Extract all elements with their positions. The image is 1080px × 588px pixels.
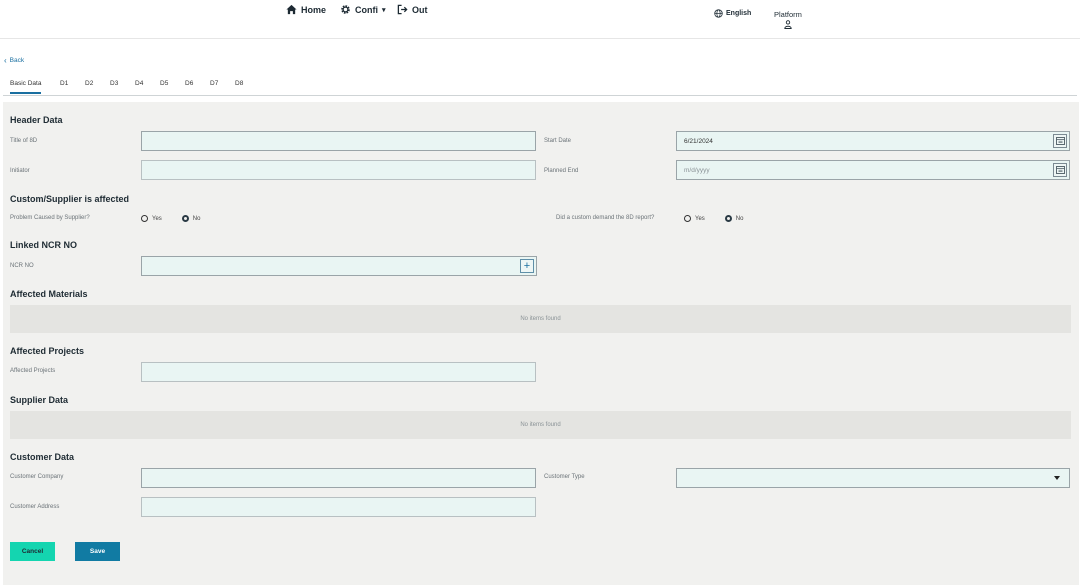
initiator-input[interactable] — [141, 160, 536, 180]
supplier-affected-heading: Custom/Supplier is affected — [10, 194, 130, 204]
globe-icon — [714, 9, 723, 18]
customer-type-label: Customer Type — [544, 474, 585, 480]
cancel-button[interactable]: Cancel — [10, 542, 55, 561]
tab-d8[interactable]: D8 — [235, 80, 243, 87]
platform-label: Platform — [774, 10, 802, 19]
language-label: English — [726, 10, 752, 17]
header-data-heading: Header Data — [10, 115, 63, 125]
basic-data-form: Header Data Title of 8D Start Date 6/21/… — [3, 102, 1079, 585]
custom-demand-yes-label: Yes — [695, 215, 705, 222]
problem-yes-radio[interactable] — [141, 215, 148, 222]
customer-data-heading: Customer Data — [10, 452, 75, 462]
nav-logout-link[interactable]: Out — [397, 4, 428, 15]
custom-demand-radio-group: Yes No — [684, 215, 743, 222]
language-selector[interactable]: English — [714, 9, 751, 18]
nav-home-link[interactable]: Home — [286, 4, 326, 15]
nav-config-label: Confi — [355, 4, 378, 15]
customer-company-label: Customer Company — [10, 474, 64, 480]
start-date-input[interactable]: 6/21/2024 — [676, 131, 1070, 151]
initiator-label: Initiator — [10, 168, 30, 174]
customer-address-label: Customer Address — [10, 504, 60, 510]
tab-d5[interactable]: D5 — [160, 80, 168, 87]
tab-d6[interactable]: D6 — [185, 80, 193, 87]
user-icon — [784, 20, 792, 29]
customer-type-select[interactable] — [676, 468, 1070, 488]
start-date-label: Start Date — [544, 138, 572, 144]
custom-demand-label: Did a custom demand the 8D report? — [556, 215, 655, 221]
problem-caused-by-supplier-label: Problem Caused by Supplier? — [10, 215, 90, 221]
tab-d2[interactable]: D2 — [85, 80, 93, 87]
tab-d4[interactable]: D4 — [135, 80, 143, 87]
home-icon — [286, 4, 297, 15]
back-link[interactable]: ‹ Back — [4, 56, 24, 65]
ncr-no-input[interactable]: + — [141, 256, 537, 276]
chevron-down-icon: ▾ — [382, 6, 386, 14]
add-ncr-plus-icon[interactable]: + — [520, 259, 534, 273]
tab-d1[interactable]: D1 — [60, 80, 68, 87]
supplier-data-empty-text: No items found — [520, 422, 561, 428]
planned-end-placeholder: m/d/yyyy — [684, 166, 710, 174]
custom-demand-yes-radio[interactable] — [684, 215, 691, 222]
dropdown-arrow-icon — [1054, 476, 1060, 480]
affected-materials-heading: Affected Materials — [10, 289, 88, 299]
problem-caused-radio-group: Yes No — [141, 215, 200, 222]
customer-company-input[interactable] — [141, 468, 536, 488]
planned-end-input[interactable]: m/d/yyyy — [676, 160, 1070, 180]
save-button[interactable]: Save — [75, 542, 120, 561]
supplier-data-heading: Supplier Data — [10, 395, 69, 405]
tab-d3[interactable]: D3 — [110, 80, 118, 87]
ncr-no-label: NCR NO — [10, 263, 34, 269]
chevron-left-icon: ‹ — [4, 56, 7, 65]
affected-projects-heading: Affected Projects — [10, 346, 85, 356]
custom-demand-no-radio[interactable] — [724, 215, 732, 222]
title-of-8d-label: Title of 8D — [10, 138, 38, 144]
platform-user-menu[interactable]: Platform — [774, 10, 802, 29]
tab-basic-data[interactable]: Basic Data — [10, 80, 42, 94]
nav-home-label: Home — [301, 4, 327, 15]
calendar-icon[interactable] — [1053, 134, 1067, 148]
customer-address-input[interactable] — [141, 497, 536, 517]
tab-d7[interactable]: D7 — [210, 80, 218, 87]
affected-materials-table: No items found — [10, 305, 1071, 333]
affected-projects-label: Affected Projects — [10, 368, 56, 374]
custom-demand-no-label: No — [735, 215, 744, 222]
back-label: Back — [9, 57, 25, 64]
calendar-icon[interactable] — [1053, 163, 1067, 177]
gear-icon — [341, 5, 350, 14]
step-tabs: Basic Data D1 D2 D3 D4 D5 D6 D7 D8 — [3, 77, 1077, 96]
sign-out-icon — [397, 4, 408, 15]
linked-ncr-heading: Linked NCR NO — [10, 240, 78, 250]
start-date-value: 6/21/2024 — [684, 137, 713, 145]
affected-materials-empty-text: No items found — [520, 316, 561, 322]
problem-no-radio[interactable] — [181, 215, 189, 222]
title-of-8d-input[interactable] — [141, 131, 536, 151]
planned-end-label: Planned End — [544, 168, 579, 174]
nav-logout-label: Out — [412, 4, 428, 15]
problem-yes-label: Yes — [152, 215, 162, 222]
problem-no-label: No — [192, 215, 201, 222]
top-navigation-bar: Home Confi ▾ Out English Platform — [0, 0, 1080, 39]
nav-config-menu[interactable]: Confi ▾ — [340, 4, 386, 15]
supplier-data-table: No items found — [10, 411, 1071, 439]
affected-projects-input[interactable] — [141, 362, 536, 382]
